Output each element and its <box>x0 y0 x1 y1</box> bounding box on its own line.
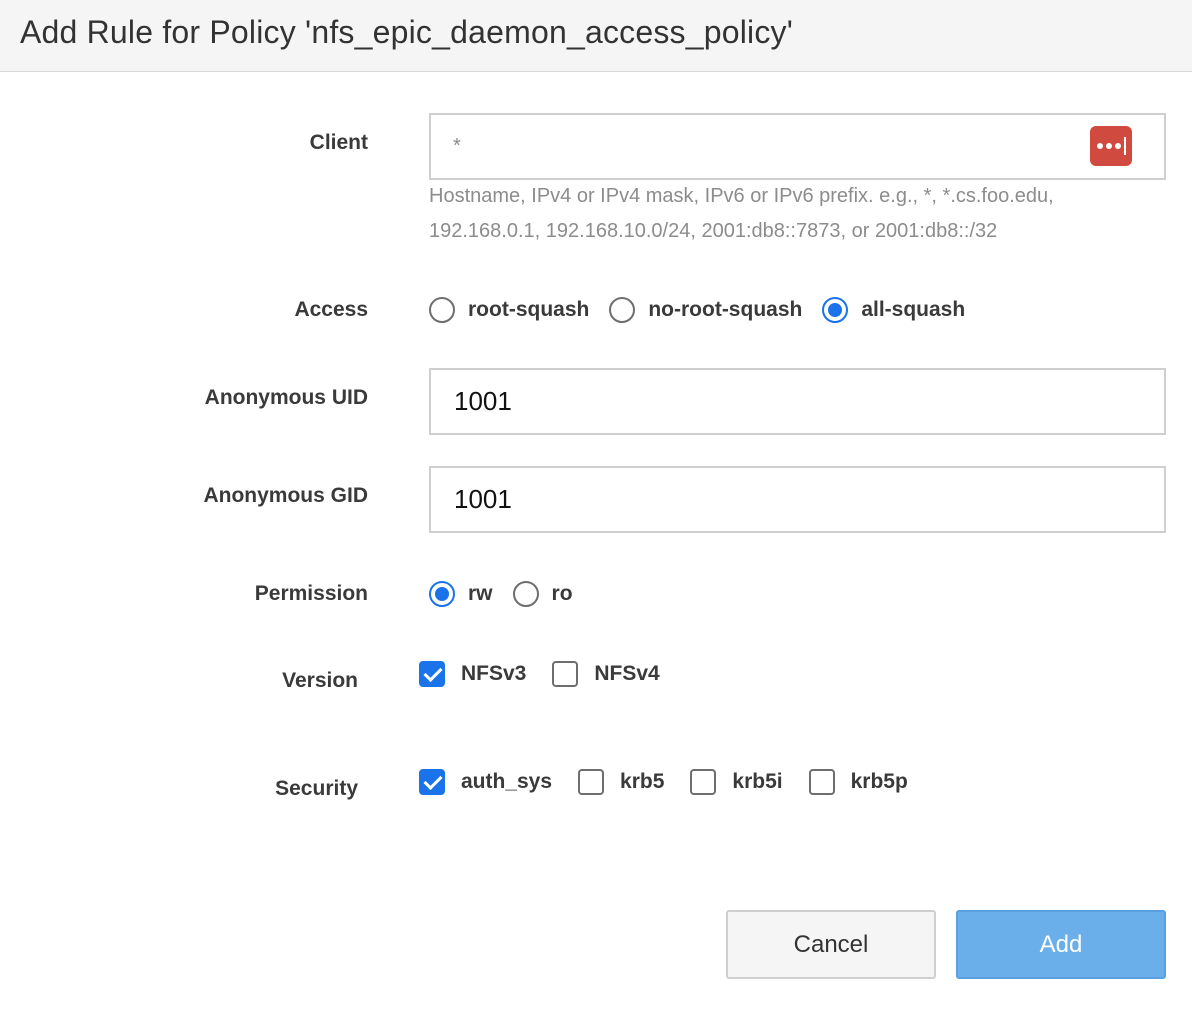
access-option-all-squash[interactable]: all-squash <box>822 297 965 323</box>
anonymous-gid-field[interactable] <box>429 466 1166 533</box>
permission-option-label: rw <box>468 582 493 605</box>
anonymous-uid-label: Anonymous UID <box>204 386 368 409</box>
security-option-krb5p[interactable]: krb5p <box>808 769 908 795</box>
access-option-root-squash[interactable]: root-squash <box>429 297 589 323</box>
anonymous-gid-input[interactable] <box>431 468 1164 531</box>
permission-option-label: ro <box>551 582 573 605</box>
security-option-label: krb5 <box>620 770 665 793</box>
security-option-krb5i[interactable]: krb5i <box>690 769 783 795</box>
checkbox-krb5[interactable] <box>578 769 605 795</box>
checkbox-krb5p[interactable] <box>808 769 835 795</box>
client-hint-line2: 192.168.0.1, 192.168.10.0/24, 2001:db8::… <box>429 220 998 242</box>
add-button[interactable]: Add <box>956 910 1166 979</box>
radio-ro[interactable] <box>512 581 539 607</box>
access-option-label: root-squash <box>468 298 590 321</box>
radio-rw[interactable] <box>429 581 455 607</box>
radio-root-squash[interactable] <box>429 297 455 323</box>
access-option-no-root-squash[interactable]: no-root-squash <box>609 297 802 323</box>
radio-no-root-squash[interactable] <box>609 297 636 323</box>
security-option-auth-sys[interactable]: auth_sys <box>419 769 552 795</box>
client-input[interactable] <box>431 115 1071 178</box>
anonymous-uid-field[interactable] <box>429 368 1166 435</box>
version-option-label: NFSv3 <box>461 662 527 685</box>
anonymous-gid-label: Anonymous GID <box>203 484 368 507</box>
security-option-label: auth_sys <box>461 770 553 793</box>
version-option-nfsv4[interactable]: NFSv4 <box>552 661 660 687</box>
version-option-nfsv3[interactable]: NFSv3 <box>419 661 526 687</box>
security-option-label: krb5i <box>732 770 783 793</box>
cancel-button[interactable]: Cancel <box>726 910 936 979</box>
checkbox-nfsv3[interactable] <box>419 661 445 687</box>
security-option-label: krb5p <box>850 770 908 793</box>
security-checkbox-group: auth_sys krb5 krb5i krb5p <box>419 767 934 797</box>
access-label: Access <box>294 298 368 321</box>
access-radio-group: root-squash no-root-squash all-squash <box>429 295 985 325</box>
permission-label: Permission <box>254 582 368 605</box>
permission-radio-group: rw ro <box>429 579 593 609</box>
version-checkbox-group: NFSv3 NFSv4 <box>419 659 686 689</box>
checkbox-krb5i[interactable] <box>690 769 717 795</box>
permission-option-rw[interactable]: rw <box>429 581 493 607</box>
client-field[interactable] <box>429 113 1166 180</box>
version-label: Version <box>282 669 358 692</box>
access-option-label: no-root-squash <box>648 298 803 321</box>
permission-option-ro[interactable]: ro <box>512 581 573 607</box>
security-option-krb5[interactable]: krb5 <box>578 769 664 795</box>
checkbox-auth-sys[interactable] <box>419 769 445 795</box>
anonymous-uid-input[interactable] <box>431 370 1164 433</box>
dialog-header: Add Rule for Policy 'nfs_epic_daemon_acc… <box>0 0 1192 72</box>
client-hint-line1: Hostname, IPv4 or IPv4 mask, IPv6 or IPv… <box>429 185 1054 207</box>
radio-all-squash[interactable] <box>822 297 849 323</box>
lastpass-icon[interactable] <box>1090 126 1132 166</box>
security-label: Security <box>275 777 358 800</box>
checkbox-nfsv4[interactable] <box>552 661 579 687</box>
dialog-title: Add Rule for Policy 'nfs_epic_daemon_acc… <box>20 14 794 50</box>
access-option-label: all-squash <box>861 298 966 321</box>
version-option-label: NFSv4 <box>594 662 660 685</box>
client-label: Client <box>309 131 368 154</box>
